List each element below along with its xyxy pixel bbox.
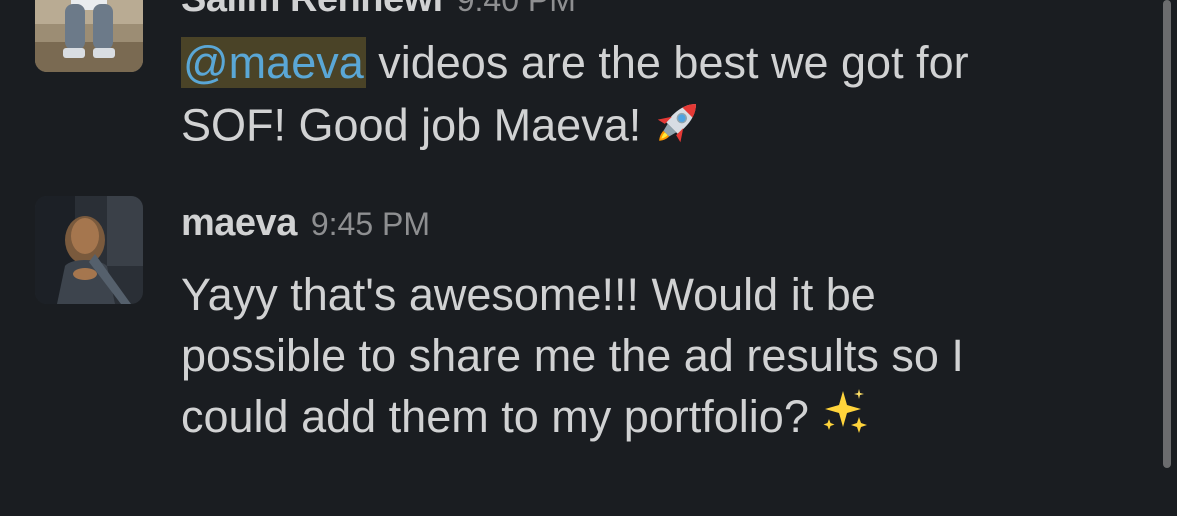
avatar-photo-salim — [35, 0, 143, 72]
message-header: maeva 9:45 PM — [181, 202, 430, 245]
message-line: @maeva videos are the best we got for — [181, 32, 1081, 93]
author-name[interactable]: maeva — [181, 202, 297, 244]
message-text: SOF! Good job Maeva! — [181, 99, 642, 151]
message-line: possible to share me the ad results so I — [181, 330, 964, 381]
user-mention[interactable]: @maeva — [181, 37, 366, 88]
author-name[interactable]: Salim Rennewi — [181, 0, 443, 20]
message-item: Salim Rennewi 9:40 PM @maeva videos are t… — [0, 0, 1150, 180]
avatar-photo-maeva — [35, 196, 143, 304]
message-line: could add them to my portfolio? — [181, 386, 1081, 454]
message-line: Yayy that's awesome!!! Would it be — [181, 269, 876, 320]
message-header: Salim Rennewi 9:40 PM — [181, 0, 576, 21]
timestamp[interactable]: 9:40 PM — [457, 0, 576, 18]
message-line: SOF! Good job Maeva! — [181, 93, 1081, 164]
avatar[interactable] — [35, 196, 143, 304]
message-body: Yayy that's awesome!!! Would it be possi… — [181, 264, 1081, 454]
sparkles-icon — [819, 387, 871, 454]
rocket-icon — [651, 93, 707, 164]
message-body: @maeva videos are the best we got for SO… — [181, 32, 1081, 164]
message-item: maeva 9:45 PM Yayy that's awesome!!! Woul… — [0, 196, 1150, 466]
message-text: could add them to my portfolio? — [181, 391, 809, 442]
chat-message-list: Salim Rennewi 9:40 PM @maeva videos are t… — [0, 0, 1177, 516]
scrollbar[interactable] — [1163, 0, 1171, 468]
avatar[interactable] — [35, 0, 143, 72]
message-text: videos are the best we got for — [365, 37, 969, 88]
timestamp[interactable]: 9:45 PM — [311, 206, 430, 242]
